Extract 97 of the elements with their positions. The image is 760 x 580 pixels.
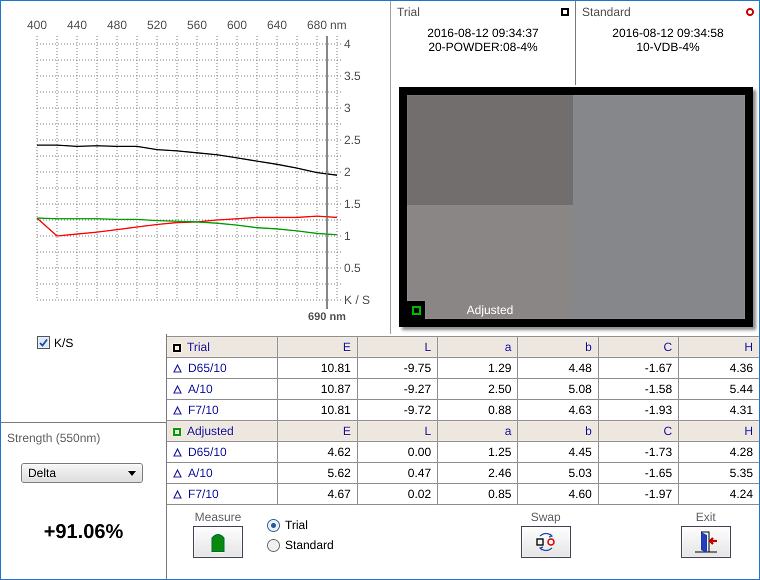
table-cell: 4.45	[518, 442, 598, 462]
sample-name: 20-POWDER:08-4%	[428, 40, 538, 54]
axis-tick-label: 560	[186, 18, 208, 32]
column-header: E	[277, 336, 358, 358]
table-cell: -9.75	[357, 358, 438, 378]
table-cell: 1.29	[438, 358, 518, 378]
cursor-label: 690 nm	[308, 311, 346, 323]
table-cell: 5.62	[277, 462, 358, 484]
table-cell: 0.85	[438, 484, 518, 504]
column-header: b	[518, 336, 598, 358]
column-header: C	[598, 336, 679, 358]
axis-tick-label: 1.5	[344, 197, 361, 211]
table-cell: 4.60	[518, 484, 598, 504]
illuminant-label: A/10	[188, 382, 213, 396]
checkbox-label: K/S	[54, 336, 74, 350]
axis-tick-label: 640	[266, 18, 288, 32]
table-cell: -1.58	[598, 378, 679, 400]
sensor-icon	[211, 532, 225, 552]
table-cell: 0.02	[357, 484, 438, 504]
measure-button[interactable]	[193, 526, 243, 558]
delta-icon	[173, 406, 182, 416]
column-header: H	[678, 420, 759, 442]
exit-door-icon	[692, 530, 719, 554]
group-label: Adjusted	[187, 424, 234, 438]
button-caption: Measure	[194, 510, 242, 524]
illuminant-label: D65/10	[188, 361, 227, 375]
illuminant-label: F7/10	[188, 403, 219, 417]
axis-tick-label: 2.5	[344, 133, 361, 147]
measurement-time: 2016-08-12 09:34:37	[427, 26, 539, 40]
button-caption: Swap	[530, 510, 561, 524]
table-cell: 10.87	[277, 378, 358, 400]
delta-icon	[173, 448, 182, 458]
axis-tick-label: 600	[226, 18, 248, 32]
table-cell: -1.67	[598, 358, 679, 378]
column-header: a	[438, 420, 518, 442]
panel-title: Trial	[397, 5, 420, 19]
illuminant-label: A/10	[188, 466, 213, 480]
illuminant-label: D65/10	[188, 445, 227, 459]
column-header: L	[357, 336, 438, 358]
column-header: b	[518, 420, 598, 442]
delta-icon	[173, 490, 182, 500]
exit-button[interactable]	[680, 526, 731, 558]
strength-title: Strength (550nm)	[7, 431, 102, 445]
column-header: C	[598, 420, 679, 442]
group-label: Trial	[187, 340, 210, 354]
table-cell: -1.65	[598, 462, 679, 484]
table-cell: -1.73	[598, 442, 679, 462]
radio-label: Standard	[285, 538, 334, 552]
table-cell: 2.50	[438, 378, 518, 400]
axis-tick-label: 520	[146, 18, 168, 32]
table-cell: 4.48	[518, 358, 598, 378]
axis-tick-label: 1	[344, 229, 351, 243]
table-cell: 5.03	[518, 462, 598, 484]
sample-name: 10-VDB-4%	[636, 40, 700, 54]
swap-button[interactable]	[520, 526, 571, 558]
table-cell: 0.00	[357, 442, 438, 462]
radio-button[interactable]	[267, 538, 280, 552]
axis-tick-label: 0.5	[344, 261, 361, 275]
delta-icon	[173, 385, 182, 394]
column-header: a	[438, 336, 518, 358]
table-cell: -1.97	[598, 484, 679, 504]
table-cell: 0.47	[357, 462, 438, 484]
axis-tick-label: 440	[66, 18, 88, 32]
table-cell: 1.25	[438, 442, 518, 462]
table-cell: 4.67	[277, 484, 358, 504]
axis-tick-label: 4	[344, 37, 351, 51]
table-cell: -9.27	[357, 378, 438, 400]
caret-icon	[128, 470, 136, 476]
axis-tick-label: 3.5	[344, 69, 361, 83]
ks-checkbox[interactable]	[37, 336, 50, 349]
square-marker-icon	[412, 306, 420, 314]
axis-unit-label: nm	[330, 18, 347, 32]
delta-icon	[173, 364, 182, 374]
preview-label: Adjusted	[466, 303, 514, 319]
table-cell: 4.62	[277, 442, 358, 462]
axis-tick-label: 2	[344, 165, 351, 179]
axis-tick-label: 400	[26, 18, 48, 32]
axis-tick-label: 680	[306, 18, 328, 32]
column-header: L	[357, 420, 438, 442]
table-cell: 5.08	[518, 378, 598, 400]
mode-dropdown[interactable]: Delta	[21, 463, 143, 483]
button-caption: Exit	[696, 510, 716, 524]
radio-button[interactable]	[267, 518, 280, 532]
illuminant-label: F7/10	[188, 487, 219, 501]
axis-tick-label: 3	[344, 101, 351, 115]
radio-label: Trial	[285, 518, 308, 532]
strength-value: +91.06%	[44, 521, 124, 544]
axis-tick-label: K / S	[344, 293, 370, 307]
table-cell: 10.81	[277, 358, 358, 378]
panel-title: Standard	[582, 5, 631, 19]
axis-tick-label: 480	[106, 18, 128, 32]
delta-icon	[173, 469, 182, 478]
measurement-time: 2016-08-12 09:34:58	[612, 26, 724, 40]
cursor-line[interactable]	[326, 36, 328, 309]
column-header: H	[678, 336, 759, 358]
table-cell: 2.46	[438, 462, 518, 484]
column-header: E	[277, 420, 358, 442]
